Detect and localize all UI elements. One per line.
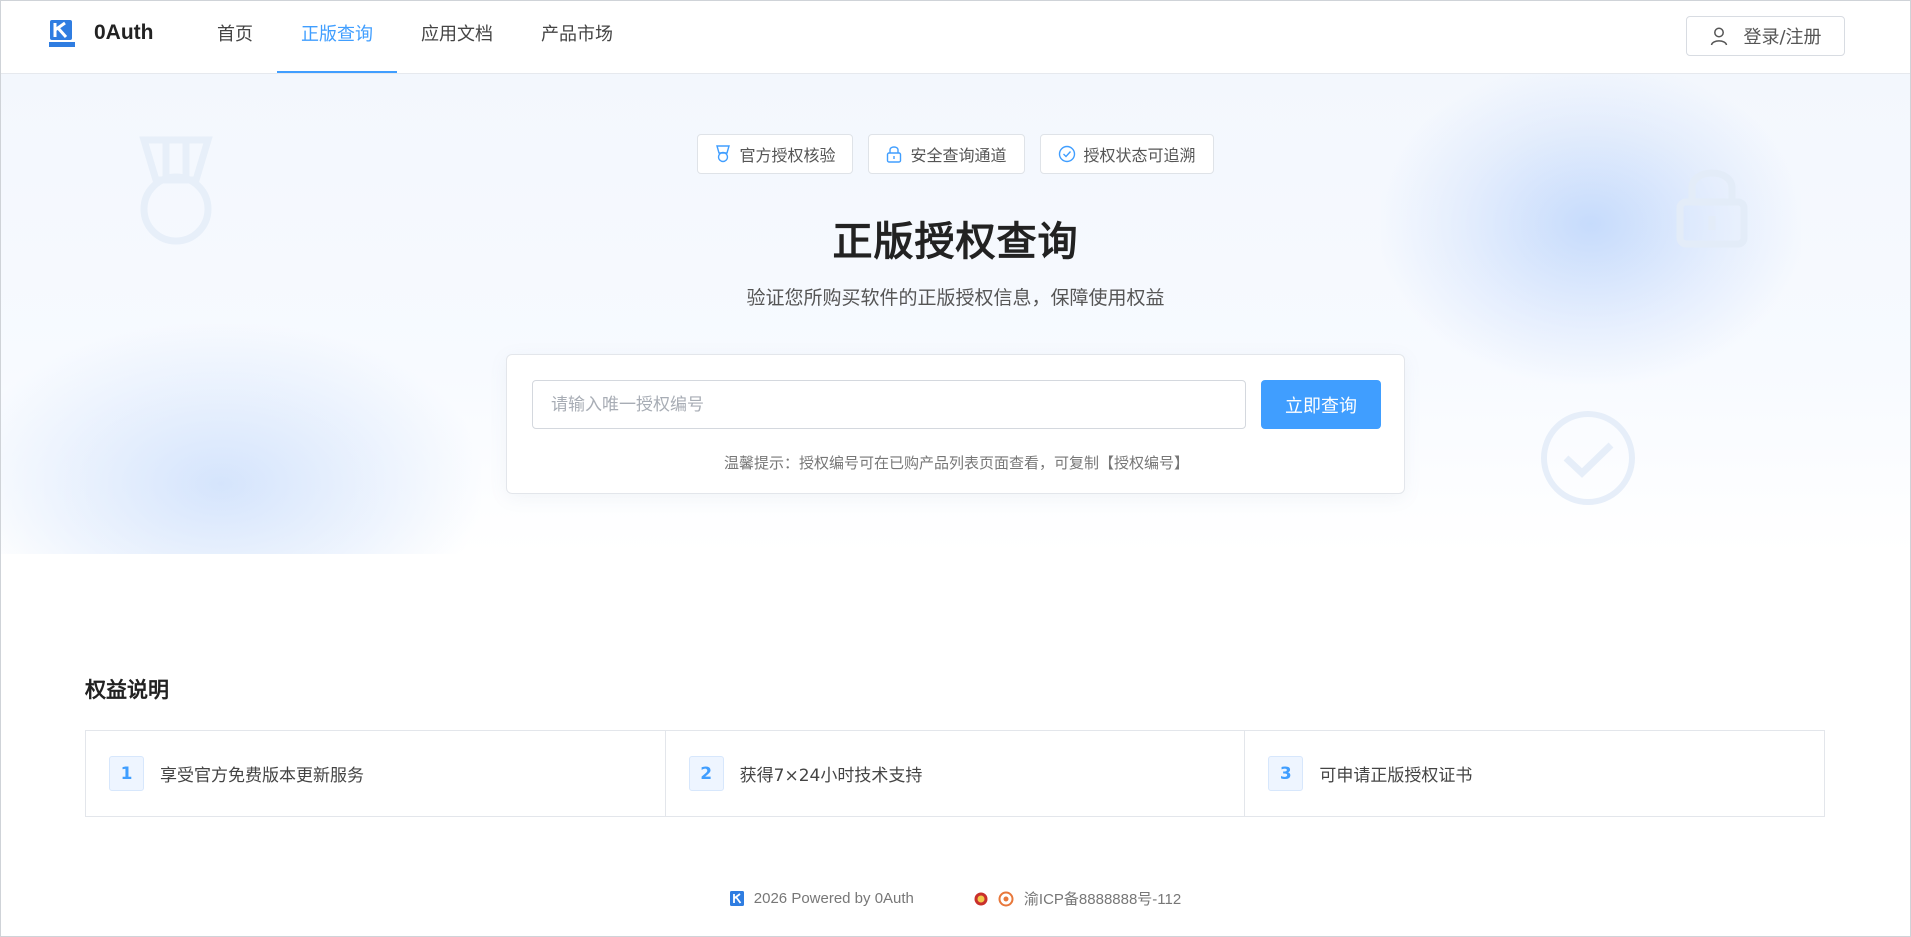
feature-badges: 官方授权核验 安全查询通道 授权状态可追溯 <box>1 134 1910 174</box>
nav-product-market[interactable]: 产品市场 <box>541 1 613 73</box>
medal-icon <box>716 145 731 163</box>
lock-icon <box>887 146 902 163</box>
page-title: 正版授权查询 <box>832 219 1079 265</box>
badge-label: 官方授权核验 <box>739 146 836 165</box>
user-icon <box>1711 27 1728 46</box>
brand-name[interactable]: 0Auth <box>94 21 154 45</box>
benefits-title: 权益说明 <box>85 678 169 702</box>
police-badge-icon <box>974 892 988 905</box>
check-decoration-icon <box>1541 411 1635 505</box>
login-register-button[interactable]: 登录/注册 <box>1686 16 1845 56</box>
logo-icon[interactable] <box>49 20 75 48</box>
benefit-item: 2 获得7×24小时技术支持 <box>666 731 1246 816</box>
benefit-number: 3 <box>1268 756 1304 791</box>
nav-home[interactable]: 首页 <box>215 1 255 73</box>
login-register-label: 登录/注册 <box>1743 27 1822 48</box>
badge-official-verify: 官方授权核验 <box>697 134 854 174</box>
benefit-number: 1 <box>109 756 144 791</box>
background-glow <box>1 324 481 554</box>
benefit-number: 2 <box>688 756 724 791</box>
badge-traceable-status: 授权状态可追溯 <box>1039 134 1214 174</box>
benefits-list: 1 享受官方免费版本更新服务 2 获得7×24小时技术支持 3 可申请正版授权证… <box>85 730 1825 817</box>
benefit-item: 1 享受官方免费版本更新服务 <box>86 731 666 816</box>
check-circle-icon <box>1058 145 1075 163</box>
badge-secure-channel: 安全查询通道 <box>868 134 1025 174</box>
badge-label: 授权状态可追溯 <box>1083 146 1196 165</box>
icp-link[interactable]: 渝ICP备8888888号-112 <box>1024 888 1181 909</box>
footer: 2026 Powered by 0Auth 渝ICP备8888888号-112 <box>1 888 1910 909</box>
nav-app-docs[interactable]: 应用文档 <box>421 1 493 73</box>
top-navbar: 0Auth 首页 正版查询 应用文档 产品市场 登录/注册 <box>1 1 1910 74</box>
benefit-item: 3 可申请正版授权证书 <box>1245 731 1824 816</box>
hero-section: 官方授权核验 安全查询通道 授权状态可追溯 正版授权查询 验证您所购买软件的正版… <box>1 74 1910 554</box>
query-button[interactable]: 立即查询 <box>1261 380 1381 429</box>
nav-genuine-query[interactable]: 正版查询 <box>277 1 397 73</box>
benefit-text: 享受官方免费版本更新服务 <box>160 766 364 786</box>
license-number-input[interactable] <box>532 380 1246 429</box>
badge-label: 安全查询通道 <box>910 146 1007 165</box>
page-subtitle: 验证您所购买软件的正版授权信息，保障使用权益 <box>746 287 1165 309</box>
benefit-text: 获得7×24小时技术支持 <box>739 766 923 786</box>
icp-badge-icon <box>998 891 1014 906</box>
query-tip: 温馨提示：授权编号可在已购产品列表页面查看，可复制【授权编号】 <box>723 454 1189 472</box>
copyright-text: 2026 Powered by 0Auth <box>753 890 914 907</box>
benefit-text: 可申请正版授权证书 <box>1319 766 1473 786</box>
query-card: 立即查询 温馨提示：授权编号可在已购产品列表页面查看，可复制【授权编号】 <box>506 354 1405 494</box>
footer-logo-icon <box>729 891 744 906</box>
